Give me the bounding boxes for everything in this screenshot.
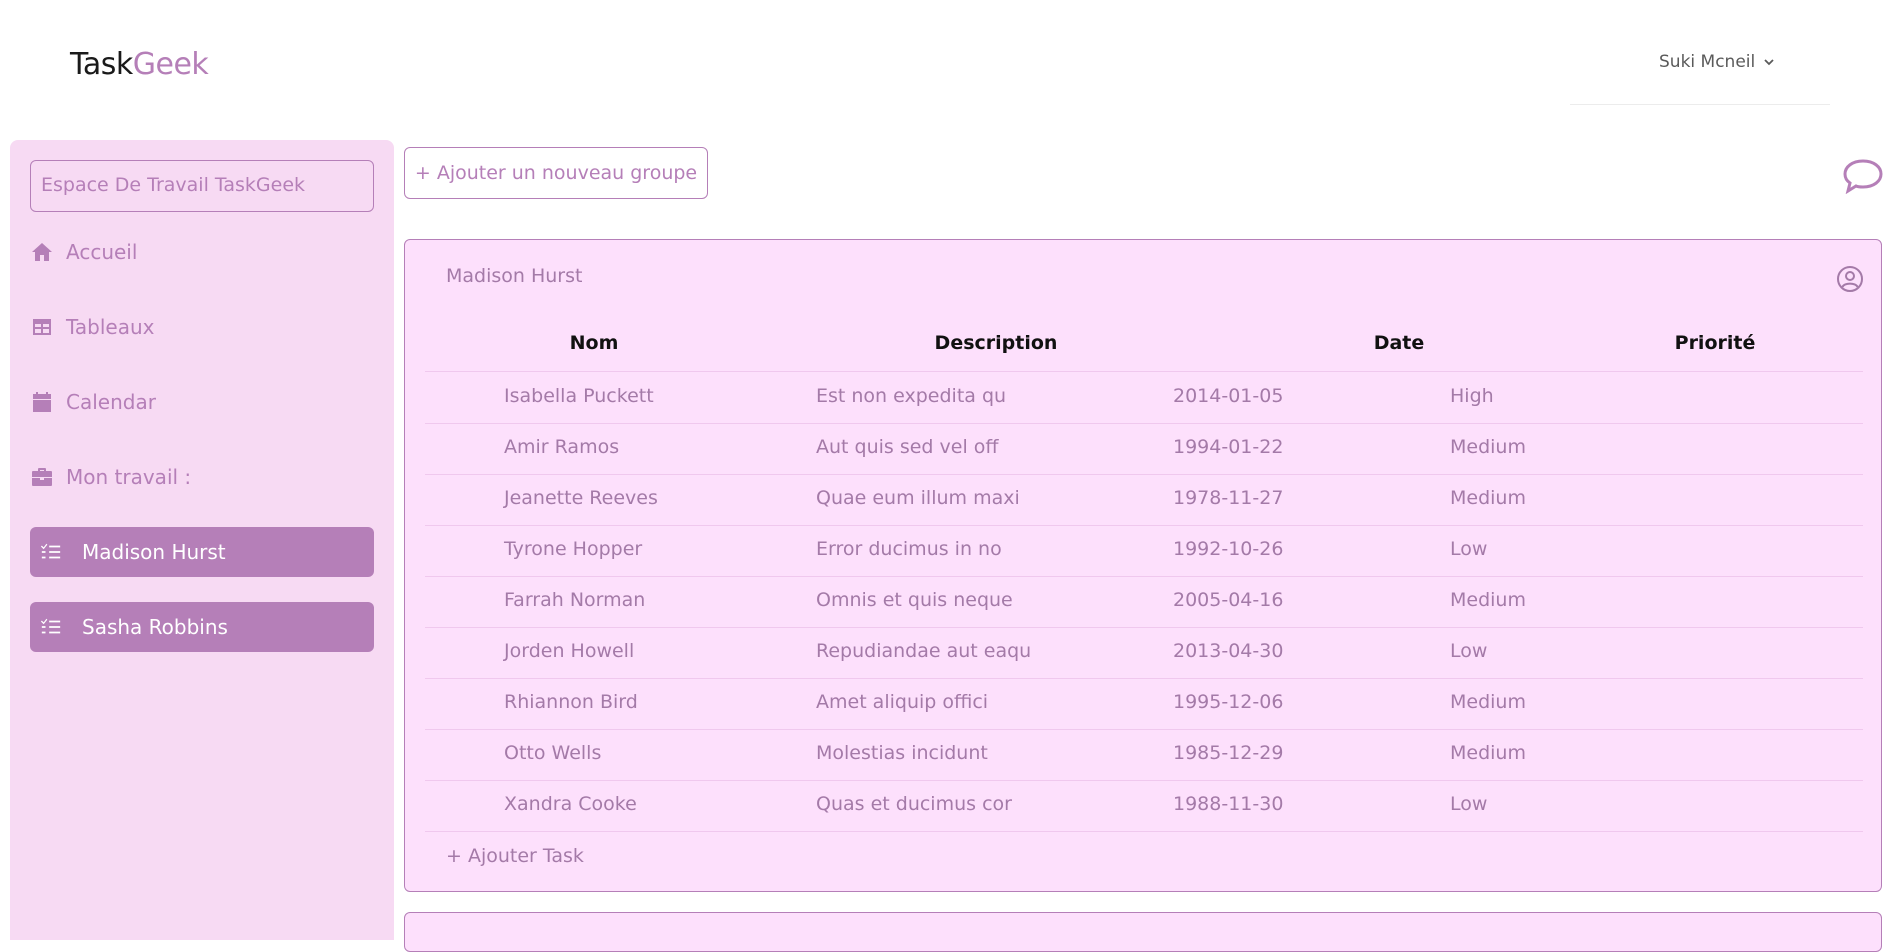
table-row[interactable]: Otto Wells Molestias incidunt 1985-12-29 Me…	[425, 730, 1863, 781]
task-name: Amir Ramos	[504, 436, 620, 458]
sidebar-item-label: Accueil	[66, 240, 138, 264]
sidebar-item-mon-travail: Mon travail :	[30, 465, 191, 489]
table-icon	[33, 319, 51, 335]
table-row[interactable]: Tyrone Hopper Error ducimus in no 1992-10-…	[425, 526, 1863, 577]
task-name: Xandra Cooke	[504, 793, 637, 815]
board-label: Sasha Robbins	[82, 615, 228, 639]
task-date: 1995-12-06	[1173, 691, 1284, 713]
task-group-next	[404, 912, 1882, 952]
task-description: Omnis et quis neque	[816, 589, 1013, 611]
task-priority: Low	[1450, 538, 1488, 560]
task-description: Est non expedita qu	[816, 385, 1007, 407]
task-description: Repudiandae aut eaqu	[816, 640, 1032, 662]
task-name: Farrah Norman	[504, 589, 646, 611]
sidebar-item-label: Tableaux	[66, 315, 155, 339]
table-row[interactable]: Jorden Howell Repudiandae aut eaqu 2013-04…	[425, 628, 1863, 679]
task-description: Amet aliquip offici	[816, 691, 989, 713]
task-group: Madison Hurst Nom Description Date Prior…	[404, 239, 1882, 892]
sidebar: Espace De Travail TaskGeek Accueil Table…	[10, 140, 394, 940]
task-priority: Low	[1450, 640, 1488, 662]
column-header-date: Date	[1373, 332, 1425, 354]
task-priority: Medium	[1450, 436, 1526, 458]
task-list-icon	[40, 543, 61, 559]
task-name: Isabella Puckett	[504, 385, 654, 407]
task-priority: Medium	[1450, 487, 1526, 509]
sidebar-item-accueil[interactable]: Accueil	[30, 240, 137, 264]
sidebar-item-tableaux[interactable]: Tableaux	[30, 315, 155, 339]
task-date: 1992-10-26	[1173, 538, 1284, 560]
task-description: Molestias incidunt	[816, 742, 988, 764]
task-name: Otto Wells	[504, 742, 602, 764]
user-name: Suki Mcneil	[1659, 52, 1756, 72]
task-priority: Low	[1450, 793, 1488, 815]
table-row[interactable]: Jeanette Reeves Quae eum illum maxi 1978-1…	[425, 475, 1863, 526]
column-header-priorite: Priorité	[1674, 332, 1756, 354]
task-date: 2014-01-05	[1173, 385, 1284, 407]
sidebar-item-calendar[interactable]: Calendar	[30, 390, 156, 414]
user-circle-icon[interactable]	[1835, 264, 1865, 294]
task-priority: Medium	[1450, 691, 1526, 713]
task-date: 1985-12-29	[1173, 742, 1284, 764]
calendar-icon	[33, 392, 51, 412]
app-logo[interactable]: TaskGeek	[70, 47, 209, 82]
logo-accent: Geek	[132, 47, 209, 82]
task-date: 1994-01-22	[1173, 436, 1284, 458]
table-row[interactable]: Xandra Cooke Quas et ducimus cor 1988-11-3…	[425, 781, 1863, 832]
task-description: Quae eum illum maxi	[816, 487, 1020, 509]
column-header-description: Description	[934, 332, 1058, 354]
task-priority: High	[1450, 385, 1494, 407]
task-date: 1978-11-27	[1173, 487, 1284, 509]
sidebar-item-label: Calendar	[66, 390, 156, 414]
divider	[1570, 104, 1830, 105]
task-date: 2013-04-30	[1173, 640, 1284, 662]
briefcase-icon	[32, 468, 52, 486]
column-header-nom: Nom	[569, 332, 619, 354]
task-description: Quas et ducimus cor	[816, 793, 1012, 815]
task-list-icon	[40, 618, 61, 634]
task-priority: Medium	[1450, 589, 1526, 611]
task-name: Jorden Howell	[504, 640, 635, 662]
board-label: Madison Hurst	[82, 540, 226, 564]
home-icon	[32, 243, 52, 261]
table-header: Nom Description Date Priorité	[425, 332, 1863, 372]
table-row[interactable]: Farrah Norman Omnis et quis neque 2005-04-…	[425, 577, 1863, 628]
workspace-selector[interactable]: Espace De Travail TaskGeek	[30, 160, 374, 212]
add-group-button[interactable]: + Ajouter un nouveau groupe	[404, 147, 708, 199]
task-description: Error ducimus in no	[816, 538, 1002, 560]
chevron-down-icon	[1764, 59, 1774, 66]
chat-bubble-icon[interactable]	[1842, 158, 1884, 194]
table-row[interactable]: Amir Ramos Aut quis sed vel off 1994-01-22…	[425, 424, 1863, 475]
sidebar-item-label: Mon travail :	[66, 465, 192, 489]
task-name: Jeanette Reeves	[504, 487, 658, 509]
task-date: 1988-11-30	[1173, 793, 1284, 815]
table-row[interactable]: Rhiannon Bird Amet aliquip offici 1995-12-…	[425, 679, 1863, 730]
task-name: Tyrone Hopper	[504, 538, 643, 560]
task-date: 2005-04-16	[1173, 589, 1284, 611]
add-task-button[interactable]: + Ajouter Task	[446, 845, 584, 867]
board-sasha-robbins[interactable]: Sasha Robbins	[30, 602, 374, 652]
task-description: Aut quis sed vel off	[816, 436, 999, 458]
user-menu[interactable]: Suki Mcneil	[1659, 52, 1775, 72]
logo-main: Task	[70, 47, 133, 82]
board-madison-hurst[interactable]: Madison Hurst	[30, 527, 374, 577]
table-row[interactable]: Isabella Puckett Est non expedita qu 2014-…	[425, 373, 1863, 424]
group-title: Madison Hurst	[446, 265, 583, 287]
task-name: Rhiannon Bird	[504, 691, 638, 713]
task-priority: Medium	[1450, 742, 1526, 764]
top-bar: TaskGeek Suki Mcneil	[0, 0, 1897, 130]
